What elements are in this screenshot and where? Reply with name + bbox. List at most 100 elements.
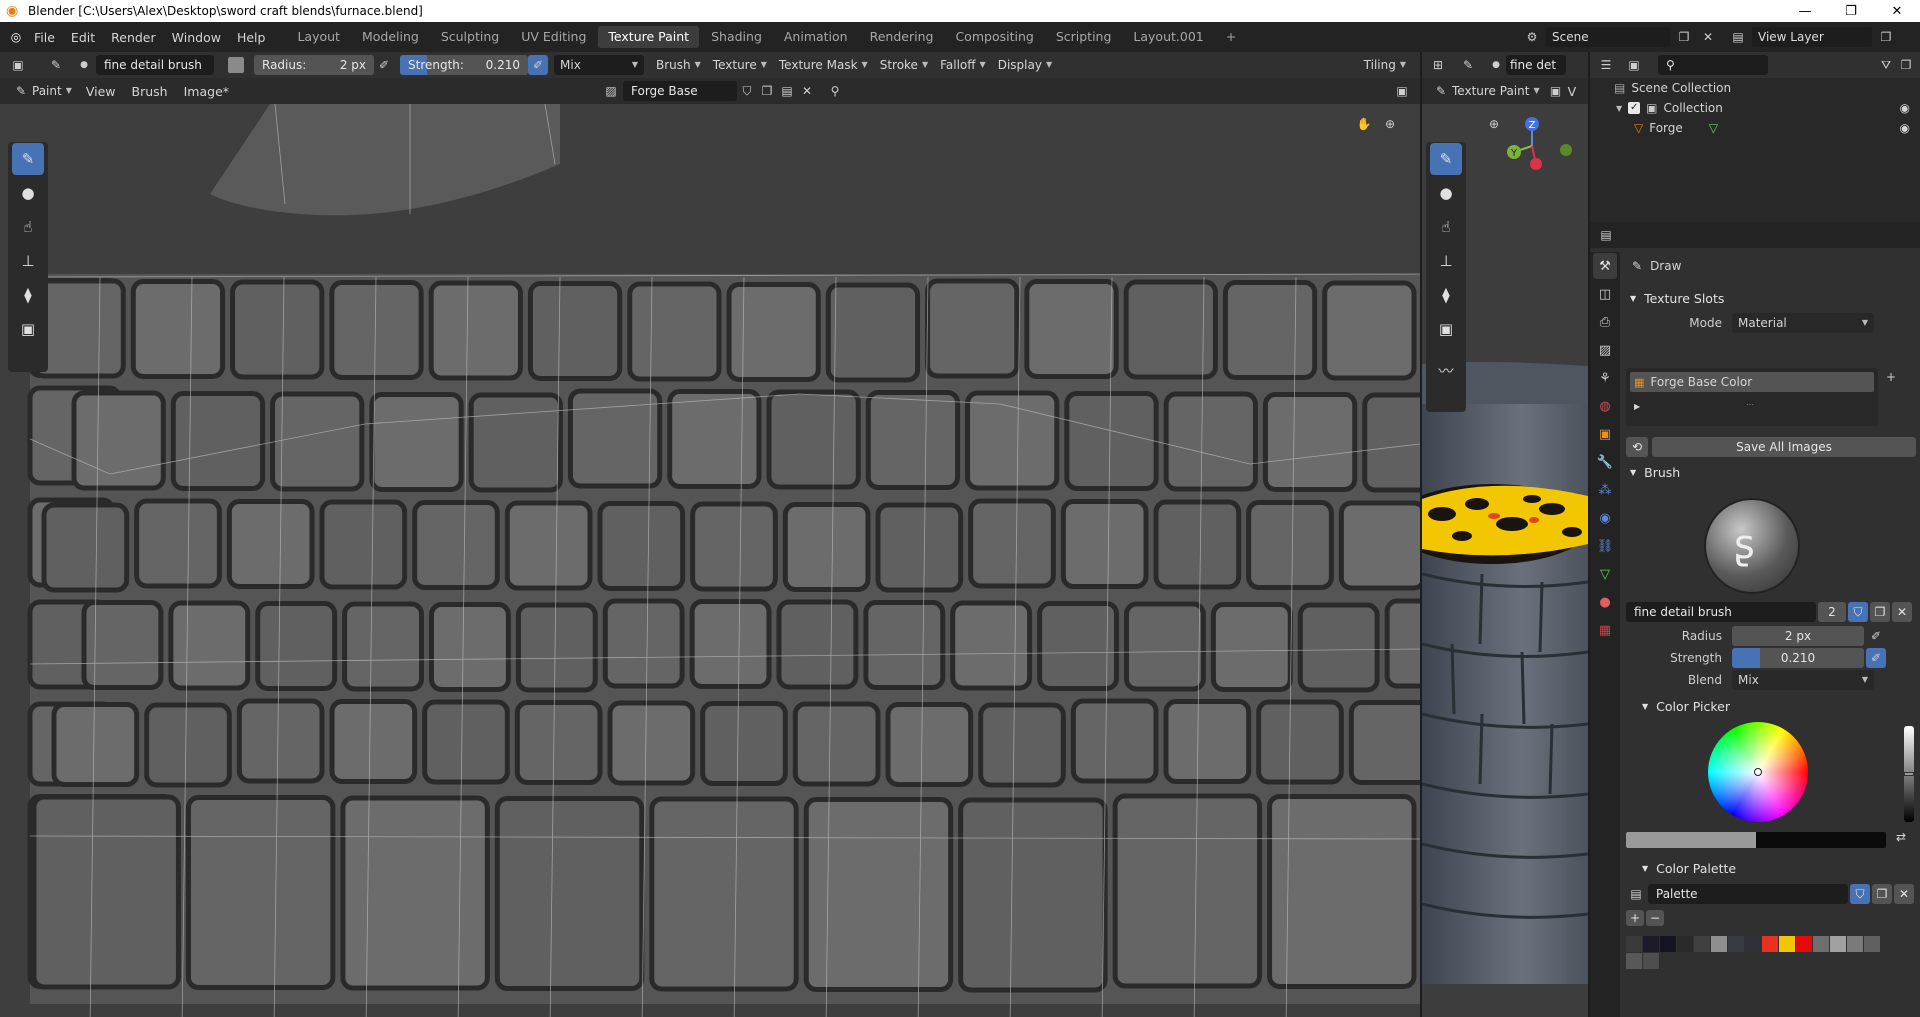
- draw-tool-icon[interactable]: ✎: [1430, 143, 1462, 175]
- tab-uv-editing[interactable]: UV Editing: [511, 26, 596, 48]
- tab-layout[interactable]: Layout: [287, 26, 350, 48]
- viewport-3d[interactable]: ⊞ ✎ ● fine det ✎ Texture Paint ▼ ▣ V ✎ ●…: [1422, 52, 1588, 1017]
- hand-pan-icon[interactable]: ✋: [1354, 114, 1374, 134]
- tab-scripting[interactable]: Scripting: [1046, 26, 1122, 48]
- value-slider[interactable]: [1904, 726, 1914, 822]
- tab-compositing[interactable]: Compositing: [945, 26, 1043, 48]
- smear-tool-icon[interactable]: ☝: [12, 211, 44, 243]
- fake-user-shield-icon[interactable]: ⛉: [1848, 602, 1868, 622]
- view-layer-selector[interactable]: View Layer: [1752, 27, 1872, 47]
- strength-field[interactable]: Strength: 0.210: [400, 55, 528, 75]
- menu-view[interactable]: View: [78, 84, 124, 99]
- blender-menu-icon[interactable]: ◎: [6, 27, 26, 47]
- stroke-dropdown[interactable]: Stroke ▼: [874, 55, 934, 75]
- color-wheel-cursor[interactable]: [1754, 768, 1762, 776]
- value-slider-handle[interactable]: [1904, 772, 1914, 776]
- fake-user-shield-icon[interactable]: ⛉: [1850, 884, 1870, 904]
- radius-pressure-icon[interactable]: ✐: [374, 55, 394, 75]
- tab-rendering[interactable]: Rendering: [860, 26, 944, 48]
- menu-window[interactable]: Window: [164, 30, 229, 45]
- strength-field[interactable]: 0.210: [1732, 648, 1864, 668]
- add-workspace-button[interactable]: +: [1216, 26, 1246, 48]
- palette-swatch[interactable]: [1660, 936, 1676, 952]
- draw-tool-icon[interactable]: ✎: [12, 143, 44, 175]
- duplicate-palette-icon[interactable]: ❐: [1872, 884, 1892, 904]
- palette-swatch[interactable]: [1643, 953, 1659, 969]
- brush-users-count[interactable]: 2: [1818, 602, 1846, 622]
- editor-type-icon[interactable]: ▤: [1596, 225, 1616, 245]
- paint-mode-dropdown[interactable]: ✎ Paint ▼: [8, 81, 78, 101]
- palette-swatch[interactable]: [1626, 936, 1642, 952]
- unlink-image-icon[interactable]: ✕: [797, 81, 817, 101]
- world-tab-icon[interactable]: ◍: [1593, 393, 1617, 419]
- menu-edit[interactable]: Edit: [63, 30, 103, 45]
- new-collection-icon[interactable]: ❐: [1896, 55, 1916, 75]
- neg-y-axis-icon[interactable]: [1560, 144, 1572, 156]
- view-layer-tab-icon[interactable]: ▨: [1593, 337, 1617, 363]
- texture-slot-item[interactable]: ▦ Forge Base Color: [1630, 372, 1874, 392]
- tab-layout-001[interactable]: Layout.001: [1123, 26, 1213, 48]
- outliner-row-forge[interactable]: ▽ Forge ▽ ◉: [1590, 118, 1920, 138]
- brush-dropdown[interactable]: Brush ▼: [650, 55, 707, 75]
- clone-tool-icon[interactable]: ⊥: [12, 245, 44, 277]
- mask-tool-icon[interactable]: ▣: [12, 313, 44, 345]
- texture-canvas[interactable]: [0, 104, 1420, 1017]
- palette-swatch[interactable]: [1711, 936, 1727, 952]
- physics-tab-icon[interactable]: ◉: [1593, 505, 1617, 531]
- image-browse-icon[interactable]: ▨: [601, 81, 621, 101]
- radius-pressure-icon[interactable]: ✐: [1866, 626, 1886, 646]
- add-color-button[interactable]: +: [1626, 910, 1644, 926]
- texture-slots-panel-header[interactable]: ▼ Texture Slots: [1626, 286, 1916, 310]
- display-mode-icon[interactable]: ▣: [1624, 55, 1644, 75]
- texture-dropdown[interactable]: Texture ▼: [707, 55, 773, 75]
- tab-animation[interactable]: Animation: [774, 26, 858, 48]
- outliner-row-collection[interactable]: ▼ ✓ ▣ Collection ◉: [1590, 98, 1920, 118]
- palette-swatch[interactable]: [1796, 936, 1812, 952]
- tiling-dropdown[interactable]: Tiling ▼: [1358, 55, 1412, 75]
- viewport-shading-icon[interactable]: ▣: [1546, 81, 1566, 101]
- axis-gizmo[interactable]: Z Y: [1502, 112, 1582, 192]
- fake-user-icon[interactable]: ●: [1486, 55, 1506, 75]
- fake-user-shield-icon[interactable]: ⛉: [737, 81, 757, 101]
- add-slot-button[interactable]: +: [1886, 370, 1896, 384]
- clone-tool-icon[interactable]: ⊥: [1430, 245, 1462, 277]
- palette-swatch[interactable]: [1762, 936, 1778, 952]
- duplicate-image-icon[interactable]: ❐: [757, 81, 777, 101]
- strength-pressure-icon[interactable]: ✐: [1866, 648, 1886, 668]
- blend-mode-dropdown[interactable]: Mix ▼: [554, 55, 644, 75]
- editor-type-icon[interactable]: ☰: [1596, 55, 1616, 75]
- render-tab-icon[interactable]: ◫: [1593, 281, 1617, 307]
- outliner-search-input[interactable]: ⚲: [1658, 55, 1768, 75]
- palette-swatch[interactable]: [1745, 936, 1761, 952]
- mode-dropdown[interactable]: Material ▼: [1732, 313, 1874, 333]
- scene-selector[interactable]: Scene: [1546, 27, 1670, 47]
- expand-triangle-icon[interactable]: ▶: [1634, 402, 1640, 411]
- color-picker-panel-header[interactable]: ▼ Color Picker: [1638, 694, 1730, 718]
- particles-tab-icon[interactable]: ⁂: [1593, 477, 1617, 503]
- image-name-field[interactable]: Forge Base Color: [623, 81, 738, 118]
- outliner-row-scene-collection[interactable]: ▤ Scene Collection: [1590, 78, 1920, 98]
- color-palette-panel-header[interactable]: ▼ Color Palette: [1638, 856, 1736, 880]
- restore-button[interactable]: ❐: [1828, 4, 1874, 19]
- soften-tool-icon[interactable]: ●: [1430, 177, 1462, 209]
- palette-swatch[interactable]: [1830, 936, 1846, 952]
- texture-tab-icon[interactable]: ▦: [1593, 617, 1617, 643]
- tab-shading[interactable]: Shading: [701, 26, 772, 48]
- filter-icon[interactable]: ⛛: [1876, 55, 1896, 75]
- tab-modeling[interactable]: Modeling: [352, 26, 429, 48]
- material-tab-icon[interactable]: ●: [1593, 589, 1617, 615]
- tool-tab-icon[interactable]: ⚒: [1593, 253, 1617, 279]
- unlink-brush-icon[interactable]: ✕: [1892, 602, 1912, 622]
- brush-name-field[interactable]: fine det: [1506, 55, 1566, 75]
- save-icon[interactable]: ⟲: [1626, 437, 1648, 457]
- palette-swatch[interactable]: [1626, 953, 1642, 969]
- brush-panel-header[interactable]: ▼ Brush: [1626, 460, 1680, 484]
- pin-icon[interactable]: ⚲: [825, 81, 845, 101]
- color-wheel[interactable]: [1708, 722, 1808, 822]
- disclosure-triangle-icon[interactable]: ▼: [1616, 104, 1622, 113]
- new-scene-icon[interactable]: ❐: [1674, 27, 1694, 47]
- editor-type-icon[interactable]: ⊞: [1428, 55, 1448, 75]
- checkbox-icon[interactable]: ✓: [1628, 102, 1641, 114]
- remove-color-button[interactable]: −: [1646, 910, 1664, 926]
- brush-name-field[interactable]: fine detail brush: [96, 55, 214, 75]
